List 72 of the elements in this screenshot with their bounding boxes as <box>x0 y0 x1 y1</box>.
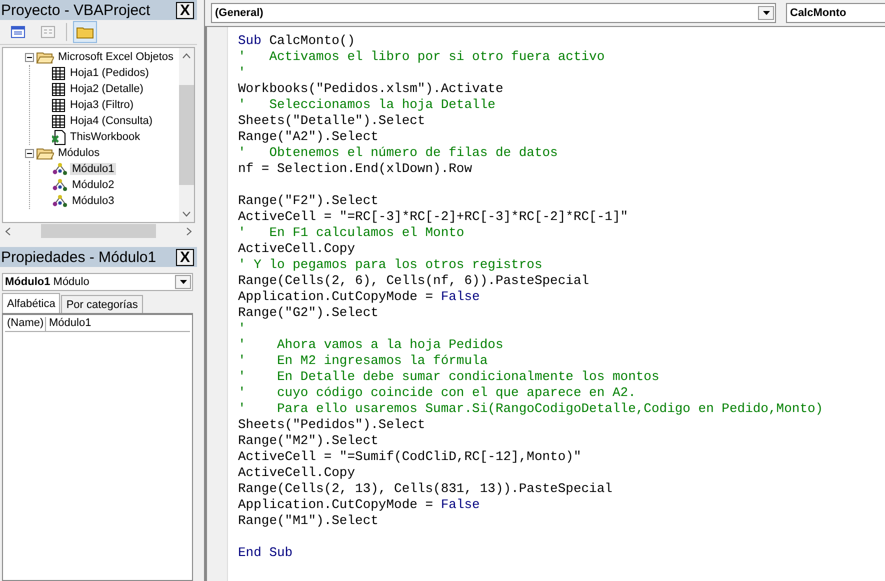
code-line: Range("M2").Select <box>238 433 380 449</box>
code-comment: ' <box>238 65 247 81</box>
sheet-icon <box>52 98 66 112</box>
code-comment: ' Para ello usaremos Sumar.Si(RangoCodigoDetalle,Codigo en Pedido,Monto) <box>238 401 824 417</box>
tree-item[interactable]: Hoja2 (Detalle) <box>68 83 146 95</box>
scroll-up-icon[interactable] <box>182 53 191 59</box>
tree-item[interactable]: Microsoft Excel Objetos <box>56 51 176 63</box>
code-line: Sub CalcMonto() <box>238 33 356 49</box>
module-icon <box>52 178 68 192</box>
code-line: Range("A2").Select <box>238 129 380 145</box>
scroll-down-icon[interactable] <box>182 211 191 217</box>
tree-item[interactable]: Hoja1 (Pedidos) <box>68 67 151 79</box>
code-line: Range(Cells(2, 13), Cells(831, 13)).PasteSpecial <box>238 481 614 497</box>
scrollbar[interactable] <box>179 48 194 222</box>
tab[interactable]: Por categorías <box>61 295 143 313</box>
procedure-dropdown[interactable]: CalcMonto <box>786 3 885 23</box>
code-comment: ' Obtenemos el número de filas de datos <box>238 145 559 161</box>
code-line: ActiveCell.Copy <box>238 241 356 257</box>
code-line: Sheets("Pedidos").Select <box>238 417 426 433</box>
tree-item[interactable]: Módulo3 <box>70 195 116 207</box>
code-comment: ' <box>238 321 247 337</box>
code-comment: ' En F1 calculamos el Monto <box>238 225 466 241</box>
tree-item[interactable]: Hoja3 (Filtro) <box>68 99 136 111</box>
sheet-icon <box>52 66 66 80</box>
tree-item[interactable]: Módulos <box>56 147 102 159</box>
code-editor[interactable] <box>228 27 885 581</box>
scroll-right-icon[interactable] <box>186 226 192 236</box>
folder-icon <box>36 50 54 64</box>
object-name: Módulo1 <box>5 276 50 288</box>
code-line: Sheets("Detalle").Select <box>238 113 426 129</box>
code-line: Range("G2").Select <box>238 305 380 321</box>
tree-item[interactable]: ThisWorkbook <box>68 131 142 143</box>
property-name: (Name) <box>5 317 46 331</box>
code-comment: ' Y lo pegamos para los otros registros <box>238 257 544 273</box>
code-comment: ' cuyo código coincide con el que aparece en A2. <box>238 385 637 401</box>
code-line: ActiveCell.Copy <box>238 465 356 481</box>
code-line: ActiveCell = "=RC[-3]*RC[-2]+RC[-3]*RC[-2]*RC[-1]" <box>238 209 630 225</box>
module-icon <box>52 194 68 208</box>
code-comment: ' En Detalle debe sumar condicionalmente los montos <box>238 369 660 385</box>
code-line: Range("F2").Select <box>238 193 380 209</box>
sheet-icon <box>52 114 66 128</box>
code-comment: ' En M2 ingresamos la fórmula <box>238 353 489 369</box>
scroll-left-icon[interactable] <box>5 226 11 236</box>
code-line: nf = Selection.End(xlDown).Row <box>238 161 474 177</box>
folder-icon[interactable] <box>73 21 97 43</box>
code-comment: ' Seleccionamos la hoja Detalle <box>238 97 496 113</box>
code-line: End Sub <box>238 545 294 561</box>
property-value[interactable]: Módulo1 <box>46 317 92 331</box>
code-line: ActiveCell = "=Sumif(CodCliD,RC[-12],Monto)" <box>238 449 582 465</box>
collapse-icon[interactable] <box>25 148 34 158</box>
workbook-icon <box>52 130 66 144</box>
panel-title: Proyecto - VBAProject <box>1 2 150 18</box>
tree-item[interactable]: Módulo2 <box>70 179 116 191</box>
close-button[interactable]: X <box>176 248 194 266</box>
code-line: Range("M1").Select <box>238 513 380 529</box>
code-line: Range(Cells(2, 6), Cells(nf, 6)).PasteSpecial <box>238 273 590 289</box>
code-line: Workbooks("Pedidos.xlsm").Activate <box>238 81 504 97</box>
code-line: Application.CutCopyMode = False <box>238 497 481 513</box>
tree-item[interactable]: Módulo1 <box>70 163 116 175</box>
object-dropdown[interactable]: Módulo1 Módulo <box>2 273 193 291</box>
code-comment: ' Ahora vamos a la hoja Pedidos <box>238 337 504 353</box>
object-dropdown[interactable]: (General) <box>211 3 776 23</box>
code-comment: ' Activamos el libro por si otro fuera activo <box>238 49 606 65</box>
code-line: Application.CutCopyMode = False <box>238 289 481 305</box>
folder-icon <box>36 146 54 160</box>
tab[interactable]: Alfabética <box>2 293 60 313</box>
close-button[interactable]: X <box>176 2 194 18</box>
collapse-icon[interactable] <box>25 52 34 62</box>
panel-title: Propiedades - Módulo1 <box>1 248 156 266</box>
module-icon <box>52 162 68 176</box>
tree-item[interactable]: Hoja4 (Consulta) <box>68 115 155 127</box>
sheet-icon <box>52 82 66 96</box>
